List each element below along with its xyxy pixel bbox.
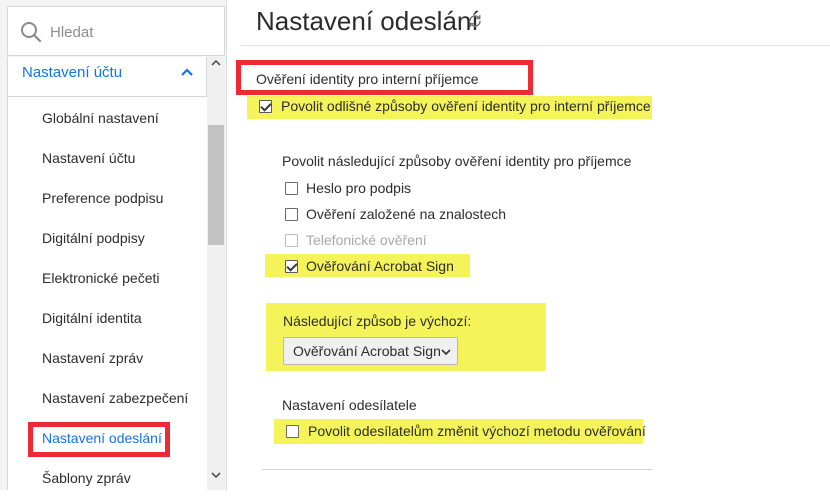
default-method-select[interactable]: Ověřování Acrobat Sign: [283, 337, 458, 365]
allow-different-checkbox[interactable]: [259, 100, 272, 113]
search-input[interactable]: [50, 21, 210, 43]
allow-change-checkbox[interactable]: [286, 425, 299, 438]
page-title: Nastavení odeslání: [256, 6, 479, 36]
method-phone-checkbox: [285, 234, 298, 247]
default-method-value: Ověřování Acrobat Sign: [293, 343, 441, 359]
method-acrobat-sign-checkbox[interactable]: [285, 260, 298, 273]
nav-item-electronic-seals[interactable]: Elektronické pečeti: [42, 270, 160, 286]
scroll-thumb[interactable]: [208, 125, 224, 245]
section-label: Nastavení účtu: [22, 64, 123, 81]
chevron-down-icon: [441, 349, 451, 356]
chevron-up-icon[interactable]: [180, 67, 194, 77]
methods-heading: Povolit následující způsoby ověření iden…: [282, 153, 632, 169]
method-phone-label: Telefonické ověření: [306, 232, 427, 248]
nav-item-message-templates[interactable]: Šablony zpráv: [42, 470, 131, 486]
method-password-checkbox[interactable]: [285, 182, 298, 195]
nav-item-global-settings[interactable]: Globální nastavení: [42, 110, 159, 126]
scroll-up-icon[interactable]: [211, 59, 221, 67]
nav-item-account-settings[interactable]: Nastavení účtu: [42, 150, 135, 166]
method-password-label: Heslo pro podpis: [306, 180, 412, 196]
nav-item-digital-identity[interactable]: Digitální identita: [42, 310, 142, 326]
search-icon: [21, 22, 42, 43]
method-kba-checkbox[interactable]: [285, 208, 298, 221]
bottom-strip: [0, 490, 830, 501]
refresh-icon[interactable]: [467, 13, 483, 29]
annotation-box-active-item: [28, 422, 170, 457]
nav-item-digital-signatures[interactable]: Digitální podpisy: [42, 230, 145, 246]
search-box[interactable]: [7, 6, 225, 56]
nav-item-message-settings[interactable]: Nastavení zpráv: [42, 350, 143, 366]
sidebar: Nastavení účtu Globální nastavení Nastav…: [0, 0, 227, 490]
title-divider: [241, 45, 830, 46]
bottom-divider: [262, 469, 653, 470]
method-acrobat-sign-label: Ověřování Acrobat Sign: [306, 258, 454, 274]
default-method-label: Následující způsob je výchozí:: [283, 313, 472, 329]
sender-settings-heading: Nastavení odesílatele: [282, 397, 417, 413]
nav-item-security-settings[interactable]: Nastavení zabezpečení: [42, 390, 188, 406]
section-account-settings[interactable]: Nastavení účtu: [7, 57, 207, 97]
scroll-down-icon[interactable]: [211, 471, 221, 479]
sidebar-scrollbar[interactable]: [207, 57, 225, 490]
section-heading: Ověření identity pro interní příjemce: [256, 71, 479, 87]
method-kba-label: Ověření založené na znalostech: [306, 206, 507, 222]
allow-different-label: Povolit odlišné způsoby ověření identity…: [281, 98, 651, 114]
nav-item-signature-preferences[interactable]: Preference podpisu: [42, 190, 163, 206]
allow-change-label: Povolit odesílatelům změnit výchozí meto…: [308, 423, 646, 439]
